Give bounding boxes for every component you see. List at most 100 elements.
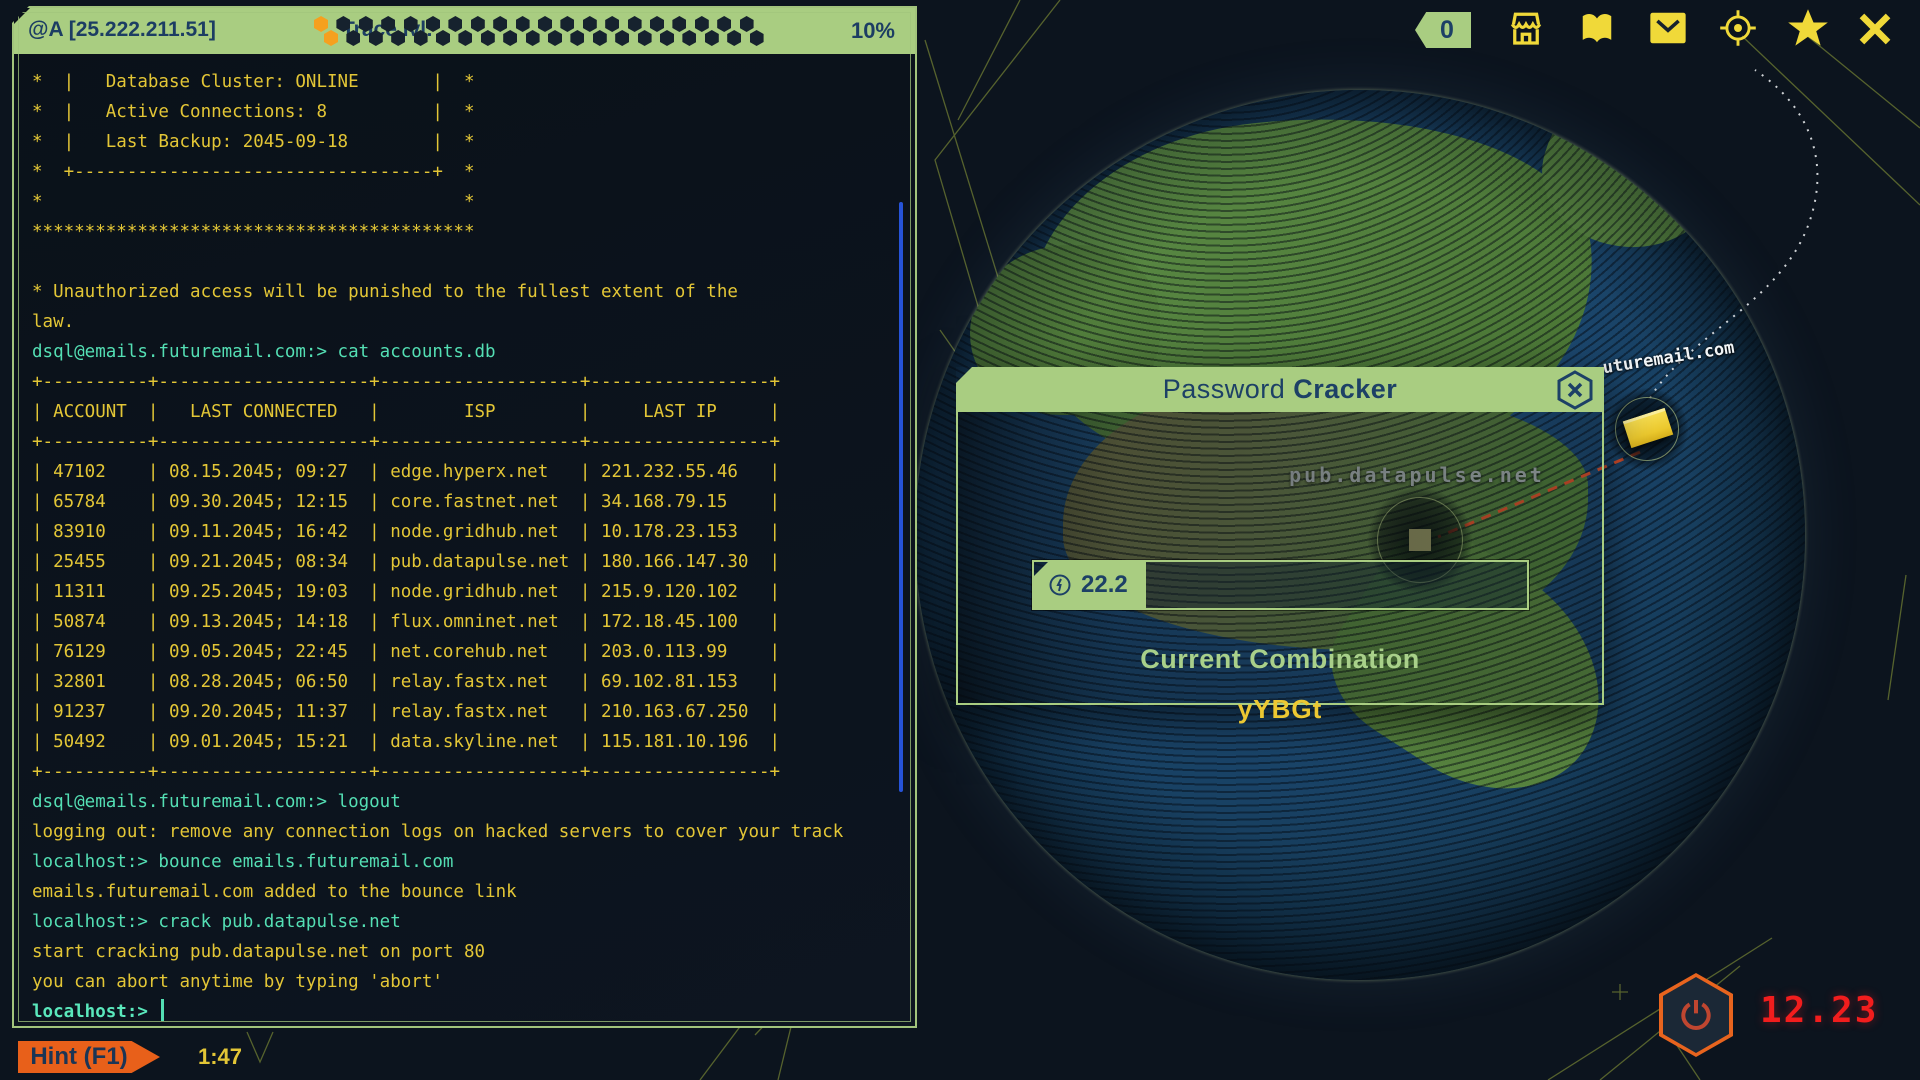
trace-hex-column (672, 16, 696, 48)
terminal-line: | 91237 | 09.20.2045; 11:37 | relay.fast… (32, 697, 887, 727)
terminal-line: * * (32, 187, 887, 217)
terminal-cursor (161, 999, 164, 1021)
trace-hex-dot (516, 16, 530, 32)
close-x-icon (1569, 384, 1581, 396)
shop-button[interactable] (1506, 8, 1546, 53)
terminal-line: | 50874 | 09.13.2045; 14:18 | flux.omnin… (32, 607, 887, 637)
terminal-window[interactable]: @A [25.222.211.51] Trace lvl: 10% * | Da… (12, 6, 917, 1028)
terminal-line: +----------+--------------------+-------… (32, 427, 887, 457)
source-server-node[interactable] (1606, 388, 1688, 470)
exit-button[interactable] (1856, 10, 1894, 53)
terminal-line: +----------+--------------------+-------… (32, 367, 887, 397)
trace-hex-dot (359, 16, 373, 32)
trace-hex-dot (336, 16, 350, 32)
terminal-line: ****************************************… (32, 217, 887, 247)
terminal-line: | 11311 | 09.25.2045; 19:03 | node.gridh… (32, 577, 887, 607)
trace-hex-column (359, 16, 383, 48)
trace-hex-dot (538, 16, 552, 32)
trace-hex-column (493, 16, 517, 48)
trace-hex-column (404, 16, 428, 48)
terminal-line: * | Last Backup: 2045-09-18 | * (32, 127, 887, 157)
notification-badge[interactable]: 0 (1415, 12, 1471, 48)
mail-button[interactable] (1648, 10, 1688, 51)
terminal-line: * | Database Cluster: ONLINE | * (32, 67, 887, 97)
terminal-line: * | Active Connections: 8 | * (32, 97, 887, 127)
terminal-scrollbar[interactable] (899, 202, 903, 792)
terminal-prompt-line[interactable]: localhost:> (32, 997, 887, 1027)
dialog-title-text-bold: Cracker (1293, 374, 1397, 405)
favorites-button[interactable] (1786, 6, 1830, 55)
terminal-line: * Unauthorized access will be punished t… (32, 277, 887, 307)
trace-hex-column (695, 16, 719, 48)
terminal-line: | 25455 | 09.21.2045; 08:34 | pub.datapu… (32, 547, 887, 577)
trace-hex-dot (750, 30, 764, 46)
power-icon (1676, 995, 1716, 1035)
hint-button[interactable]: Hint (F1) (18, 1041, 160, 1073)
password-cracker-dialog: Password Cracker 22.2 Current Combinatio… (956, 367, 1604, 705)
terminal-line: logging out: remove any connection logs … (32, 817, 887, 847)
crack-progress-value: 22.2 (1081, 571, 1128, 599)
terminal-screen[interactable]: * | Database Cluster: ONLINE | ** | Acti… (32, 67, 887, 1022)
trace-hex-column (560, 16, 584, 48)
trace-hex-column (336, 16, 360, 48)
terminal-line: emails.futuremail.com added to the bounc… (32, 877, 887, 907)
trace-hex-column (381, 16, 405, 48)
trace-hex-column (740, 16, 764, 48)
trace-hex-dot (471, 16, 485, 32)
terminal-line: | 83910 | 09.11.2045; 16:42 | node.gridh… (32, 517, 887, 547)
badge-count: 0 (1440, 16, 1454, 45)
terminal-line: localhost:> crack pub.datapulse.net (32, 907, 887, 937)
trace-hex-dot (583, 16, 597, 32)
trace-hex-dot (404, 16, 418, 32)
terminal-line: | 47102 | 08.15.2045; 09:27 | edge.hyper… (32, 457, 887, 487)
trace-hex-dot (448, 16, 462, 32)
trace-hex-column (583, 16, 607, 48)
power-button-face (1663, 977, 1729, 1053)
trace-hex-dot (314, 16, 328, 32)
shop-icon (1506, 8, 1546, 48)
trace-countdown: 12.23 (1760, 990, 1878, 1031)
trace-hex-dot (695, 16, 709, 32)
dialog-title-bar[interactable]: Password Cracker (956, 367, 1604, 412)
mail-icon (1648, 10, 1688, 46)
trace-hex-column (650, 16, 674, 48)
terminal-line: | 76129 | 09.05.2045; 22:45 | net.corehu… (32, 637, 887, 667)
crack-progress-bar: 22.2 (1032, 560, 1529, 610)
trace-hex-column (314, 16, 338, 48)
crack-progress-fill: 22.2 (1034, 562, 1146, 608)
terminal-line: | 65784 | 09.30.2045; 12:15 | core.fastn… (32, 487, 887, 517)
trace-hex-dot (381, 16, 395, 32)
book-icon (1578, 9, 1616, 47)
trace-hex-dot (605, 16, 619, 32)
trace-hex-dot (672, 16, 686, 32)
terminal-line: | ACCOUNT | LAST CONNECTED | ISP | LAST … (32, 397, 887, 427)
terminal-line: you can abort anytime by typing 'abort' (32, 967, 887, 997)
terminal-line: | 32801 | 08.28.2045; 06:50 | relay.fast… (32, 667, 887, 697)
trace-hex-column (516, 16, 540, 48)
combination-value: yYBGt (958, 694, 1602, 725)
terminal-line: +----------+--------------------+-------… (32, 757, 887, 787)
combination-label: Current Combination (958, 644, 1602, 675)
trace-hex-dot (493, 16, 507, 32)
trace-hex-column (717, 16, 741, 48)
star-icon (1786, 6, 1830, 50)
dialog-close-button[interactable] (1556, 370, 1594, 410)
hint-button-label: Hint (F1) (30, 1043, 127, 1071)
trace-hex-dot (717, 16, 731, 32)
close-icon (1856, 10, 1894, 48)
dialog-title-text: Password (1163, 374, 1286, 405)
log-book-button[interactable] (1578, 9, 1616, 52)
trace-hex-column (628, 16, 652, 48)
trace-hex-column (605, 16, 629, 48)
target-icon (1718, 8, 1758, 48)
terminal-line (32, 247, 887, 277)
terminal-line: dsql@emails.futuremail.com:> cat account… (32, 337, 887, 367)
trace-hex-column (426, 16, 450, 48)
trace-level-meter (314, 16, 784, 48)
trace-hex-column (448, 16, 472, 48)
scan-target-button[interactable] (1718, 8, 1758, 53)
terminal-title-bar: @A [25.222.211.51] Trace lvl: 10% (14, 8, 915, 54)
trace-hex-column (538, 16, 562, 48)
trace-hex-column (471, 16, 495, 48)
terminal-host-title: @A [25.222.211.51] (28, 18, 216, 42)
